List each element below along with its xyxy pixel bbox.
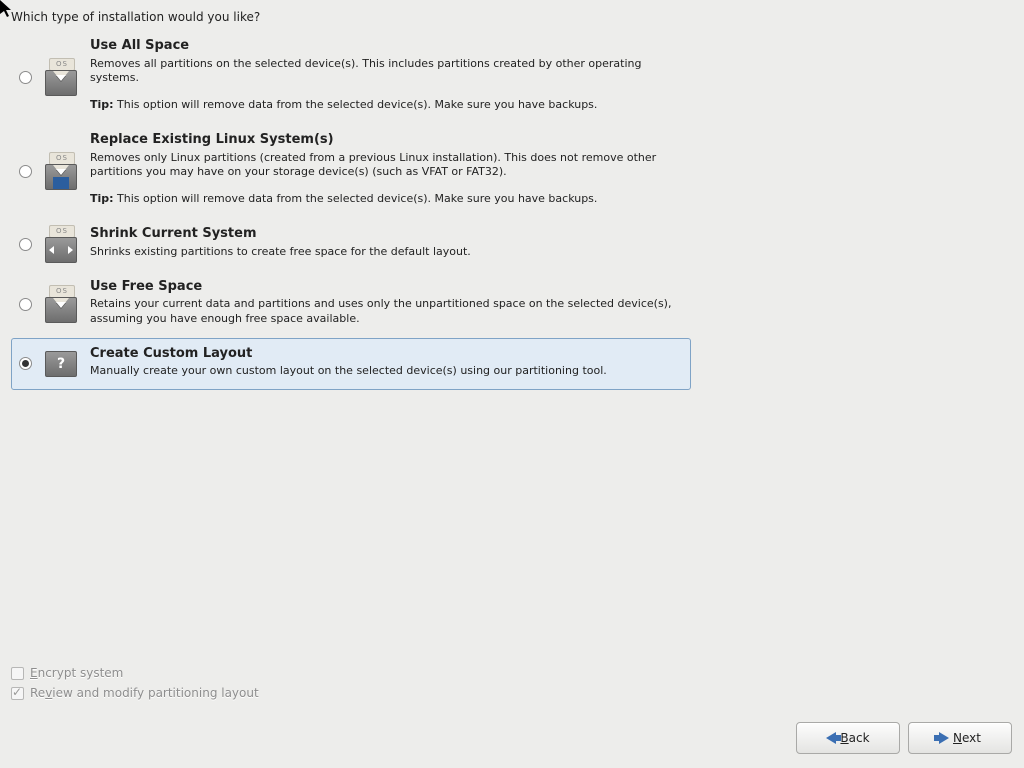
option-tip: Tip: This option will remove data from t…: [90, 192, 682, 207]
option-desc: Manually create your own custom layout o…: [90, 364, 682, 379]
option-use-free-space[interactable]: OS Use Free Space Retains your current d…: [11, 271, 691, 338]
review-layout-label: Review and modify partitioning layout: [30, 686, 259, 700]
encrypt-system-label: Encrypt system: [30, 666, 123, 680]
bottom-options: Encrypt system Review and modify partiti…: [11, 666, 259, 706]
radio-shrink[interactable]: [19, 238, 32, 251]
option-desc: Shrinks existing partitions to create fr…: [90, 245, 682, 260]
back-button[interactable]: Back: [796, 722, 900, 754]
encrypt-system-checkbox: [11, 667, 24, 680]
question-icon: ?: [36, 347, 86, 381]
next-button[interactable]: Next: [908, 722, 1012, 754]
radio-replace-linux[interactable]: [19, 165, 32, 178]
option-use-all-space[interactable]: OS Use All Space Removes all partitions …: [11, 30, 691, 124]
option-desc: Removes only Linux partitions (created f…: [90, 151, 682, 181]
option-title: Create Custom Layout: [90, 345, 682, 363]
option-title: Shrink Current System: [90, 225, 682, 243]
installation-options: OS Use All Space Removes all partitions …: [11, 30, 691, 390]
option-tip: Tip: This option will remove data from t…: [90, 98, 682, 113]
arrow-right-icon: [939, 732, 949, 744]
option-shrink[interactable]: OS Shrink Current System Shrinks existin…: [11, 218, 691, 270]
radio-use-all-space[interactable]: [19, 71, 32, 84]
radio-custom-layout[interactable]: [19, 357, 32, 370]
option-desc: Retains your current data and partitions…: [90, 297, 682, 327]
option-replace-linux[interactable]: OS Replace Existing Linux System(s) Remo…: [11, 124, 691, 218]
page-prompt: Which type of installation would you lik…: [11, 10, 260, 24]
disk-icon: OS: [36, 221, 86, 267]
option-title: Use All Space: [90, 37, 682, 55]
option-desc: Removes all partitions on the selected d…: [90, 57, 682, 87]
button-bar: Back Next: [796, 722, 1012, 754]
arrow-left-icon: [826, 732, 836, 744]
option-title: Replace Existing Linux System(s): [90, 131, 682, 149]
review-layout-checkbox: [11, 687, 24, 700]
disk-icon: OS: [36, 281, 86, 327]
radio-use-free-space[interactable]: [19, 298, 32, 311]
encrypt-system-checkbox-row: Encrypt system: [11, 666, 259, 680]
disk-icon: OS: [36, 54, 86, 100]
option-title: Use Free Space: [90, 278, 682, 296]
review-layout-checkbox-row: Review and modify partitioning layout: [11, 686, 259, 700]
option-custom-layout[interactable]: ? Create Custom Layout Manually create y…: [11, 338, 691, 390]
disk-icon: OS: [36, 148, 86, 194]
